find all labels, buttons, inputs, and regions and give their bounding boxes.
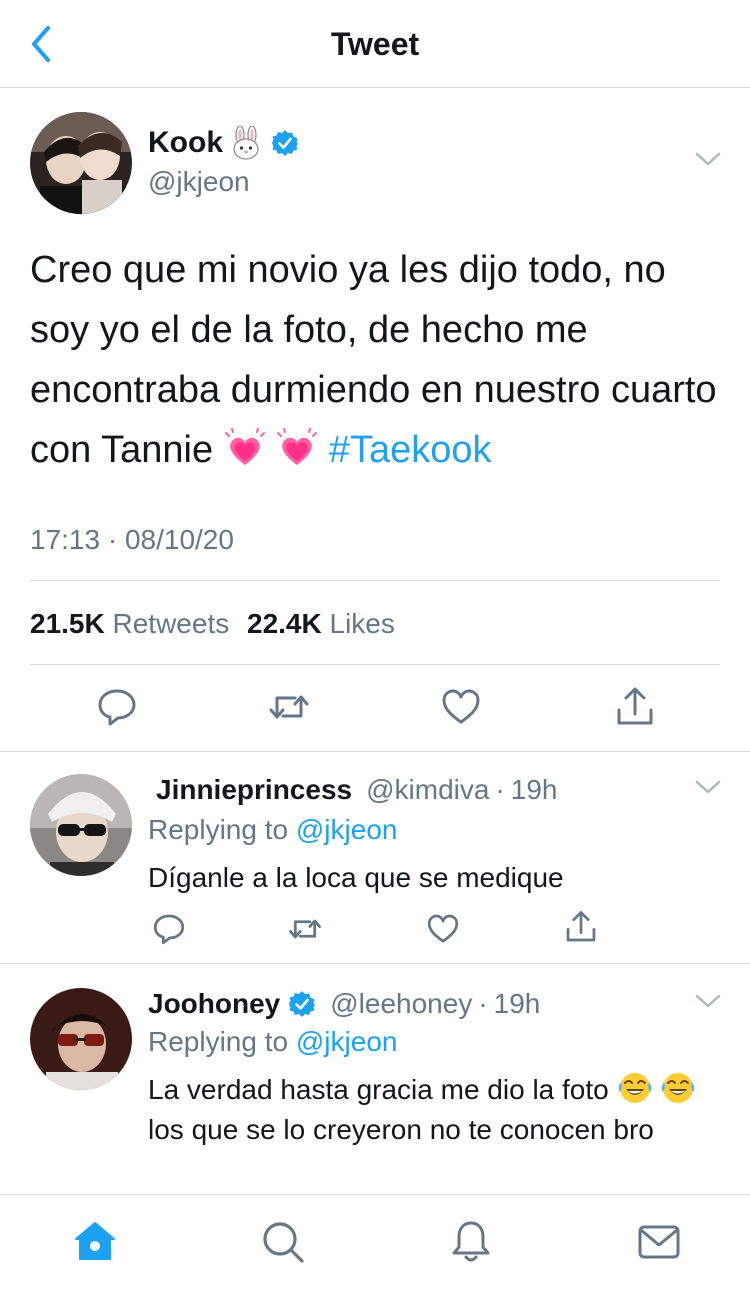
page-title: Tweet [330, 26, 420, 62]
reply-avatar[interactable] [30, 988, 132, 1090]
reply-avatar[interactable] [30, 774, 132, 876]
laughing-crying-emoji-icon [662, 1073, 695, 1103]
reply-text: La verdad hasta gracia me dio la foto lo… [148, 1070, 722, 1150]
likes-count[interactable]: 22.4K [247, 608, 322, 639]
retweet-icon[interactable] [288, 912, 322, 946]
replying-to-label: Replying to [148, 1026, 289, 1057]
verified-badge-icon [272, 130, 298, 156]
reply-name-row: Jinnieprincess @kimdiva · 19h [148, 774, 557, 806]
top-nav-bar: Tweet [0, 0, 750, 88]
share-icon[interactable] [564, 910, 598, 944]
laughing-crying-emoji-icon [618, 1073, 651, 1103]
author-avatar[interactable] [30, 112, 132, 214]
reply-text: Díganle a la loca que se medique [148, 862, 564, 893]
heart-icon[interactable] [440, 686, 482, 728]
reply-author-handle[interactable]: @leehoney [330, 988, 472, 1020]
growing-heart-emoji-icon [277, 428, 318, 465]
reply-tweet[interactable]: Joohoney @leehoney · 19h Replying to @jk… [0, 964, 750, 1194]
bottom-tab-bar [0, 1194, 750, 1294]
divider [30, 664, 720, 665]
mention-link[interactable]: @jkjeon [296, 1026, 398, 1057]
share-icon[interactable] [614, 686, 656, 728]
retweets-label[interactable]: Retweets [113, 608, 230, 639]
mention-link[interactable]: @jkjeon [296, 814, 398, 845]
hashtag-link[interactable]: #Taekook [329, 429, 492, 471]
divider [30, 580, 720, 581]
verified-badge-icon [289, 991, 316, 1017]
replying-to: Replying to @jkjeon [148, 814, 397, 846]
rabbit-face-emoji-icon [233, 126, 259, 160]
home-icon[interactable] [72, 1219, 118, 1265]
growing-heart-emoji-icon [224, 428, 265, 465]
reply-text-part: La verdad hasta gracia me dio la foto [148, 1074, 609, 1105]
reply-author-handle[interactable]: @kimdiva [366, 774, 489, 806]
mail-icon[interactable] [636, 1219, 682, 1265]
reply-tweet[interactable]: Jinnieprincess @kimdiva · 19h Replying t… [0, 752, 750, 964]
bell-icon[interactable] [448, 1219, 494, 1265]
main-tweet: Kook @jkjeon Creo que mi novio ya les di… [0, 88, 750, 752]
reply-time: 19h [510, 774, 558, 805]
author-name[interactable]: Kook [148, 126, 223, 160]
author-name-row: Kook [148, 126, 299, 160]
chevron-down-icon[interactable] [694, 150, 722, 168]
reply-author-name[interactable]: Jinnieprincess [156, 774, 352, 806]
tweet-timestamp: 17:13 · 08/10/20 [30, 524, 234, 555]
retweets-count[interactable]: 21.5K [30, 608, 105, 639]
retweet-icon[interactable] [268, 686, 310, 728]
engagement-stats: 21.5K Retweets 22.4K Likes [30, 608, 405, 640]
reply-time: 19h [493, 988, 541, 1019]
tweet-body: Creo que mi novio ya les dijo todo, no s… [30, 240, 720, 480]
dot-separator: · [478, 988, 488, 1019]
reply-icon[interactable] [152, 912, 186, 946]
search-icon[interactable] [260, 1219, 306, 1265]
author-handle[interactable]: @jkjeon [148, 166, 250, 198]
likes-label[interactable]: Likes [330, 608, 395, 639]
reply-name-row: Joohoney @leehoney · 19h [148, 988, 540, 1020]
replying-to: Replying to @jkjeon [148, 1026, 397, 1058]
chevron-down-icon[interactable] [694, 992, 722, 1010]
tweet-action-bar [0, 686, 750, 730]
chevron-down-icon[interactable] [694, 778, 722, 796]
reply-icon[interactable] [96, 686, 138, 728]
dot-separator: · [495, 774, 505, 805]
heart-icon[interactable] [426, 912, 460, 946]
reply-text-part: los que se lo creyeron no te conocen bro [148, 1114, 654, 1145]
reply-author-name[interactable]: Joohoney [148, 988, 280, 1020]
replying-to-label: Replying to [148, 814, 289, 845]
